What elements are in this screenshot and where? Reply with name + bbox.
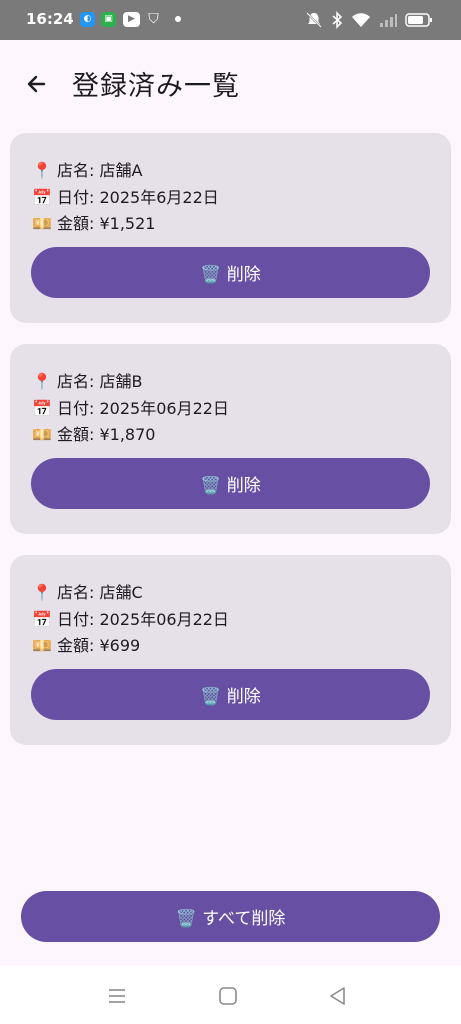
store-line: 📍 店名: 店舗B	[32, 372, 143, 391]
mute-icon	[306, 12, 322, 28]
back-triangle-icon[interactable]	[326, 984, 350, 1008]
delete-all-label: 🗑️ すべて削除	[175, 909, 286, 929]
app-icon-green: ▣	[101, 12, 116, 27]
delete-button[interactable]: 🗑️ 削除	[31, 247, 430, 298]
back-button[interactable]	[18, 66, 54, 102]
delete-all-button[interactable]: 🗑️ すべて削除	[21, 891, 440, 942]
app-icon-blue: ◐	[80, 12, 95, 27]
notification-dot	[175, 16, 181, 22]
date-line: 📅 日付: 2025年6月22日	[32, 188, 219, 207]
home-icon[interactable]	[216, 984, 240, 1008]
delete-button-label: 🗑️ 削除	[200, 265, 261, 285]
status-bar: 16:24 ◐ ▣ ▶ ⛉	[0, 0, 461, 40]
record-card-1: 📍 店名: 店舗A 📅 日付: 2025年6月22日 💴 金額: ¥1,521 …	[10, 133, 451, 323]
shield-icon: ⛉	[148, 11, 159, 27]
arrow-left-icon	[27, 75, 46, 93]
page-title: 登録済み一覧	[72, 71, 240, 102]
delete-button[interactable]: 🗑️ 削除	[31, 458, 430, 509]
amount-line: 💴 金額: ¥699	[32, 636, 141, 655]
delete-button-label: 🗑️ 削除	[200, 687, 261, 707]
record-card-3: 📍 店名: 店舗C 📅 日付: 2025年06月22日 💴 金額: ¥699 🗑…	[10, 555, 451, 745]
amount-line: 💴 金額: ¥1,870	[32, 425, 156, 444]
amount-line: 💴 金額: ¥1,521	[32, 214, 156, 233]
youtube-icon: ▶	[123, 12, 140, 27]
recents-icon[interactable]	[105, 984, 129, 1008]
battery-icon	[405, 13, 432, 27]
record-card-2: 📍 店名: 店舗B 📅 日付: 2025年06月22日 💴 金額: ¥1,870…	[10, 344, 451, 534]
date-line: 📅 日付: 2025年06月22日	[32, 399, 229, 418]
delete-button-label: 🗑️ 削除	[200, 476, 261, 496]
delete-button[interactable]: 🗑️ 削除	[31, 669, 430, 720]
status-right-icons	[305, 10, 433, 30]
wifi-icon	[352, 13, 370, 27]
signal-icon	[380, 14, 397, 27]
store-line: 📍 店名: 店舗C	[32, 583, 143, 602]
date-line: 📅 日付: 2025年06月22日	[32, 610, 229, 629]
status-time: 16:24	[26, 10, 74, 28]
system-nav-bar	[0, 966, 461, 1024]
app-bar: 登録済み一覧	[0, 40, 461, 128]
store-line: 📍 店名: 店舗A	[32, 161, 143, 180]
bluetooth-icon	[332, 11, 343, 29]
